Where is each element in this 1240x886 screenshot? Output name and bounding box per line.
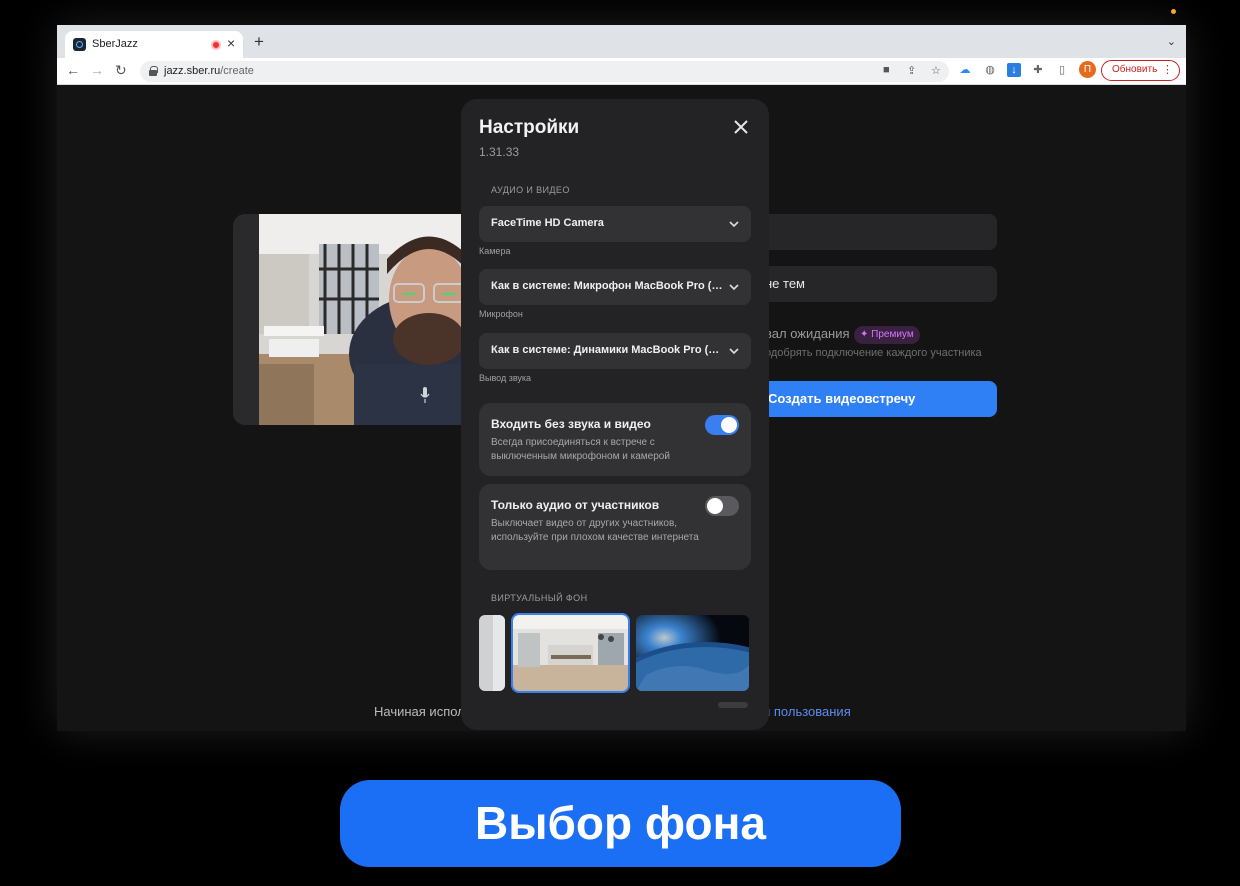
browser-toolbar: ← → ↻ jazz.sber.ru/create ■ ⇪ ☆ ☁ ◍ ↓ ✚ … xyxy=(57,58,1186,85)
profile-avatar[interactable]: П xyxy=(1079,61,1096,78)
join-muted-card: Входить без звука и видео Всегда присоед… xyxy=(479,403,751,476)
camera-indicator-dot xyxy=(1171,9,1176,14)
camera-preview-image xyxy=(259,214,461,425)
tab-close-icon[interactable]: × xyxy=(227,35,235,51)
join-muted-toggle[interactable] xyxy=(705,415,739,435)
earth-thumbnail xyxy=(636,615,749,691)
camera-select-value: FaceTime HD Camera xyxy=(491,217,604,229)
menu-dots-icon: ⋮ xyxy=(1162,64,1173,76)
camera-caption: Камера xyxy=(479,246,511,256)
url-host: jazz.sber.ru xyxy=(164,65,221,77)
audio-only-title: Только аудио от участников xyxy=(491,498,660,512)
chevron-down-icon xyxy=(729,348,739,355)
settings-title: Настройки xyxy=(479,117,580,138)
tab-search-chevron-icon[interactable]: ⌄ xyxy=(1167,35,1176,48)
theme-field-text: не тем xyxy=(765,276,805,291)
forward-arrow-icon[interactable]: → xyxy=(90,62,104,78)
caption-banner: Выбор фона xyxy=(340,780,901,867)
tab-strip: SberJazz × + ⌄ xyxy=(57,25,1186,58)
audio-video-section-label: АУДИО И ВИДЕО xyxy=(491,185,570,195)
reload-icon[interactable]: ↻ xyxy=(115,62,127,79)
share-icon[interactable]: ⇪ xyxy=(907,64,916,77)
screenshot-stage: SberJazz × + ⌄ ← → ↻ jazz.sber.ru/create… xyxy=(0,0,1240,886)
tab-title: SberJazz xyxy=(92,38,138,50)
speaker-select-value: Как в системе: Динамики MacBook Pro (Вст… xyxy=(491,344,723,356)
camera-in-use-icon[interactable]: ■ xyxy=(883,64,890,76)
microphone-caption: Микрофон xyxy=(479,309,523,319)
app-version: 1.31.33 xyxy=(479,145,520,159)
camera-select[interactable]: FaceTime HD Camera xyxy=(479,206,751,242)
speaker-select[interactable]: Как в системе: Динамики MacBook Pro (Вст… xyxy=(479,333,751,369)
extensions-puzzle-icon[interactable]: ✚ xyxy=(1031,63,1045,77)
virtual-background-section-label: ВИРТУАЛЬНЫЙ ФОН xyxy=(491,593,588,603)
speaker-caption: Вывод звука xyxy=(479,373,532,383)
recording-indicator-icon xyxy=(211,40,221,50)
settings-modal: Настройки 1.31.33 АУДИО И ВИДЕО FaceTime… xyxy=(461,99,769,730)
back-arrow-icon[interactable]: ← xyxy=(66,62,80,78)
sberjazz-favicon-icon xyxy=(73,38,86,51)
background-option-earth-from-space[interactable] xyxy=(636,615,749,691)
download-extension-icon[interactable]: ↓ xyxy=(1007,63,1021,77)
scroll-indicator xyxy=(718,702,748,708)
chevron-down-icon xyxy=(729,284,739,291)
toggle-knob xyxy=(707,498,723,514)
url-text: jazz.sber.ru/create xyxy=(164,65,254,77)
join-muted-description: Всегда присоединяться к встрече с выключ… xyxy=(491,437,670,462)
globe-extension-icon[interactable]: ◍ xyxy=(983,63,997,77)
close-icon[interactable] xyxy=(733,119,749,135)
toggle-knob xyxy=(721,417,737,433)
bookmark-star-icon[interactable]: ☆ xyxy=(931,64,941,77)
update-label: Обновить xyxy=(1112,64,1158,75)
waiting-room-description: одобрять подключение каждого участника xyxy=(765,347,982,359)
terms-link[interactable]: и пользования xyxy=(763,704,851,719)
lock-icon xyxy=(149,66,158,76)
join-muted-title: Входить без звука и видео xyxy=(491,417,651,431)
microphone-select-value: Как в системе: Микрофон MacBook Pro (Вст… xyxy=(491,280,723,292)
new-tab-icon[interactable]: + xyxy=(254,32,264,52)
address-bar[interactable]: jazz.sber.ru/create ■ ⇪ ☆ xyxy=(140,61,949,82)
waiting-room-label: вал ожидания xyxy=(765,326,850,341)
terms-notice-text: Начиная испол xyxy=(374,704,465,719)
office-thumbnail xyxy=(513,615,628,691)
meeting-name-field[interactable] xyxy=(757,214,997,250)
background-option-white-wall[interactable] xyxy=(479,615,505,691)
create-meeting-button[interactable]: Создать видеовстречу xyxy=(757,381,997,417)
background-option-office[interactable] xyxy=(511,613,630,693)
premium-badge: ✦ Премиум xyxy=(854,326,920,344)
url-path: /create xyxy=(220,65,254,77)
audio-only-card: Только аудио от участников Выключает вид… xyxy=(479,484,751,570)
cloud-extension-icon[interactable]: ☁ xyxy=(958,63,972,77)
microphone-select[interactable]: Как в системе: Микрофон MacBook Pro (Вст… xyxy=(479,269,751,305)
side-panel-icon[interactable]: ▯ xyxy=(1055,63,1069,77)
browser-tab[interactable]: SberJazz × xyxy=(65,31,243,58)
update-button[interactable]: Обновить ⋮ xyxy=(1101,60,1180,81)
white-wall-thumbnail xyxy=(479,615,505,691)
microphone-icon[interactable] xyxy=(420,387,430,403)
chevron-down-icon xyxy=(729,221,739,228)
audio-only-toggle[interactable] xyxy=(705,496,739,516)
audio-only-description: Выключает видео от других участников, ис… xyxy=(491,518,699,543)
camera-preview xyxy=(259,214,461,425)
